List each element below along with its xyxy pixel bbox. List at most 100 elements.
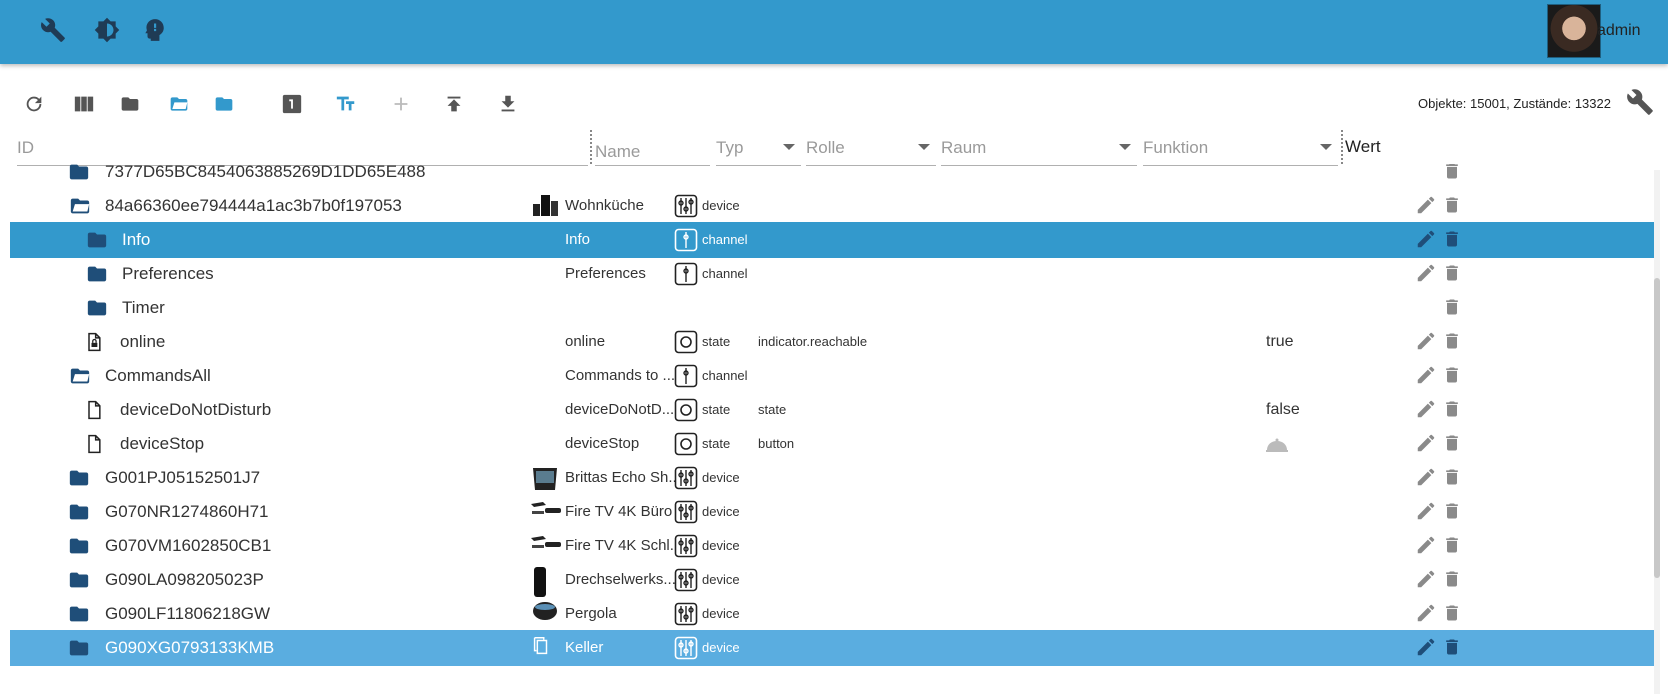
table-row[interactable]: Timer bbox=[10, 290, 1654, 326]
echo-tall-thumbnail bbox=[530, 566, 564, 597]
table-row[interactable]: G090XG0793133KMB Keller device bbox=[10, 630, 1654, 666]
edit-icon[interactable] bbox=[1415, 636, 1439, 660]
role-filter-select[interactable]: Rolle bbox=[806, 130, 936, 166]
edit-icon[interactable] bbox=[1415, 330, 1439, 354]
edit-icon[interactable] bbox=[1415, 364, 1439, 388]
edit-icon[interactable] bbox=[1415, 466, 1439, 490]
folder-closed-icon[interactable] bbox=[66, 569, 90, 593]
username[interactable]: admin bbox=[1597, 22, 1641, 40]
edit-icon[interactable] bbox=[1415, 262, 1439, 286]
row-type: device bbox=[702, 470, 740, 485]
delete-icon[interactable] bbox=[1442, 228, 1466, 252]
edit-icon[interactable] bbox=[1415, 568, 1439, 592]
name-filter-input[interactable]: Name bbox=[595, 130, 710, 166]
edit-icon[interactable] bbox=[1415, 194, 1439, 218]
file-icon[interactable] bbox=[84, 398, 108, 422]
delete-icon[interactable] bbox=[1442, 636, 1466, 660]
table-row[interactable]: online online state indicator.reachable true bbox=[10, 324, 1654, 360]
table-row[interactable]: G070NR1274860H71 Fire TV 4K Büro device bbox=[10, 494, 1654, 530]
folder-collapse-icon[interactable] bbox=[210, 90, 238, 118]
settings-wrench-icon[interactable] bbox=[1626, 88, 1656, 118]
delete-icon[interactable] bbox=[1442, 296, 1466, 320]
chevron-down-icon bbox=[783, 144, 795, 150]
table-row[interactable]: G090LA098205023P Drechselwerks... device bbox=[10, 562, 1654, 598]
edit-icon[interactable] bbox=[1415, 602, 1439, 626]
file-icon[interactable] bbox=[84, 432, 108, 456]
function-filter-select[interactable]: Funktion bbox=[1143, 130, 1338, 166]
type-state-icon bbox=[674, 330, 698, 354]
table-row[interactable]: G001PJ05152501J7 Brittas Echo Sh... device bbox=[10, 460, 1654, 496]
edit-icon[interactable] bbox=[1415, 398, 1439, 422]
delete-icon[interactable] bbox=[1442, 432, 1466, 456]
filter-one-icon[interactable] bbox=[278, 90, 306, 118]
table-row[interactable]: deviceDoNotDisturb deviceDoNotD... state st… bbox=[10, 392, 1654, 428]
scrollbar[interactable] bbox=[1654, 170, 1660, 694]
avatar[interactable] bbox=[1547, 4, 1601, 58]
room-filter-select[interactable]: Raum bbox=[941, 130, 1137, 166]
folder-closed-icon[interactable] bbox=[66, 164, 90, 185]
column-resizer[interactable] bbox=[590, 130, 592, 164]
edit-icon[interactable] bbox=[1415, 432, 1439, 456]
file-lock-icon[interactable] bbox=[84, 330, 108, 354]
row-type: device bbox=[702, 504, 740, 519]
row-id: 84a66360ee794444a1ac3b7b0f197053 bbox=[105, 196, 402, 215]
delete-icon[interactable] bbox=[1442, 466, 1466, 490]
add-icon[interactable] bbox=[387, 90, 415, 118]
type-state-icon bbox=[674, 398, 698, 422]
table-row[interactable]: 7377D65BC8454063885269D1DD65E488 bbox=[10, 164, 1654, 190]
table-row[interactable]: CommandsAll Commands to ... channel bbox=[10, 358, 1654, 394]
delete-icon[interactable] bbox=[1442, 262, 1466, 286]
delete-icon[interactable] bbox=[1442, 534, 1466, 558]
edit-icon[interactable] bbox=[1415, 534, 1439, 558]
id-filter-input[interactable]: ID bbox=[17, 130, 588, 166]
row-name: Brittas Echo Sh... bbox=[565, 469, 675, 486]
copy-thumbnail bbox=[530, 634, 564, 664]
table-row[interactable]: 84a66360ee794444a1ac3b7b0f197053 Wohnküch… bbox=[10, 188, 1654, 224]
edit-icon[interactable] bbox=[1415, 228, 1439, 252]
delete-icon[interactable] bbox=[1442, 398, 1466, 422]
expert-mode-icon[interactable] bbox=[138, 14, 170, 46]
echo-speakers-thumbnail bbox=[530, 192, 564, 222]
folder-closed-icon[interactable] bbox=[66, 501, 90, 525]
delete-icon[interactable] bbox=[1442, 330, 1466, 354]
press-button-icon[interactable] bbox=[1265, 436, 1289, 460]
folder-icon[interactable] bbox=[116, 90, 144, 118]
folder-closed-icon[interactable] bbox=[84, 229, 108, 253]
edit-icon[interactable] bbox=[1415, 500, 1439, 524]
row-id: CommandsAll bbox=[105, 366, 211, 385]
folder-open-expand-icon[interactable] bbox=[165, 90, 193, 118]
brightness-icon[interactable] bbox=[91, 14, 123, 46]
upload-icon[interactable] bbox=[440, 90, 468, 118]
delete-icon[interactable] bbox=[1442, 194, 1466, 218]
scrollbar-thumb[interactable] bbox=[1654, 278, 1660, 578]
folder-open-icon[interactable] bbox=[66, 195, 90, 219]
row-id: 7377D65BC8454063885269D1DD65E488 bbox=[105, 164, 426, 181]
folder-closed-icon[interactable] bbox=[84, 263, 108, 287]
row-value[interactable]: false bbox=[1266, 392, 1386, 428]
column-resizer[interactable] bbox=[1341, 130, 1343, 164]
table-row[interactable]: Preferences Preferences channel bbox=[10, 256, 1654, 292]
table-row[interactable]: Info Info channel bbox=[10, 222, 1654, 258]
folder-closed-icon[interactable] bbox=[66, 535, 90, 559]
delete-icon[interactable] bbox=[1442, 364, 1466, 388]
download-icon[interactable] bbox=[494, 90, 522, 118]
folder-closed-icon[interactable] bbox=[66, 467, 90, 491]
folder-closed-icon[interactable] bbox=[66, 603, 90, 627]
folder-closed-icon[interactable] bbox=[84, 297, 108, 321]
folder-open-icon[interactable] bbox=[66, 365, 90, 389]
table-row[interactable]: deviceStop deviceStop state button bbox=[10, 426, 1654, 462]
delete-icon[interactable] bbox=[1442, 500, 1466, 524]
table-row[interactable]: G070VM1602850CB1 Fire TV 4K Schl... device bbox=[10, 528, 1654, 564]
type-filter-select[interactable]: Typ bbox=[716, 130, 801, 166]
delete-icon[interactable] bbox=[1442, 164, 1466, 184]
refresh-icon[interactable] bbox=[20, 90, 48, 118]
columns-icon[interactable] bbox=[70, 90, 98, 118]
wrench-icon[interactable] bbox=[37, 14, 69, 46]
folder-closed-icon[interactable] bbox=[66, 637, 90, 661]
table-row[interactable]: G090LF11806218GW Pergola device bbox=[10, 596, 1654, 632]
delete-icon[interactable] bbox=[1442, 568, 1466, 592]
text-size-icon[interactable] bbox=[332, 90, 360, 118]
row-name: deviceDoNotD... bbox=[565, 401, 675, 418]
row-value[interactable]: true bbox=[1266, 324, 1386, 360]
delete-icon[interactable] bbox=[1442, 602, 1466, 626]
